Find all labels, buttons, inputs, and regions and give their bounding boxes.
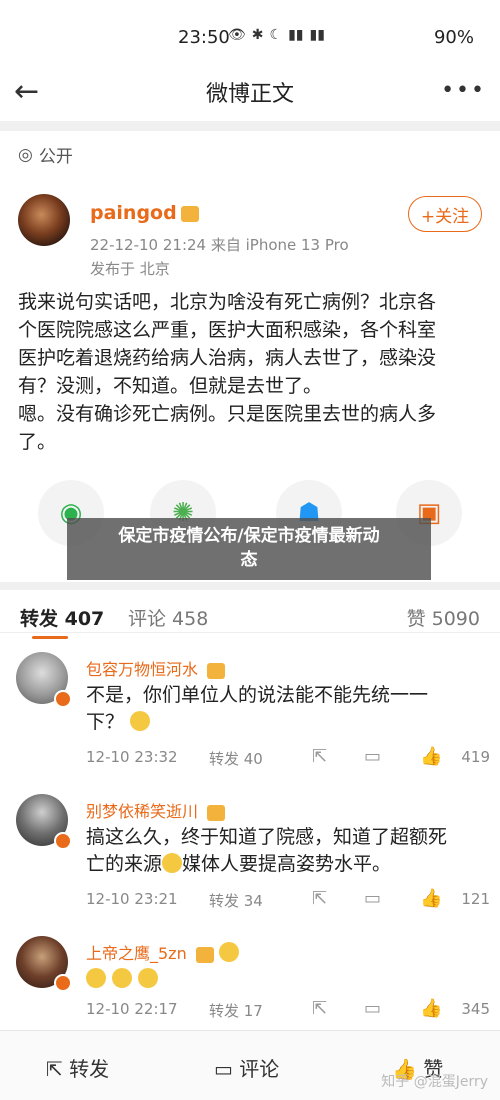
reply-author[interactable]: 包容万物恒河水	[86, 656, 226, 680]
share-icon[interactable]: ⇱	[312, 998, 327, 1019]
vip-crown-icon	[207, 662, 226, 679]
sleepy-emoji-icon	[86, 968, 106, 988]
sleepy-emoji-icon	[138, 968, 159, 988]
comment-button[interactable]: ▭ 评论	[214, 1053, 279, 1082]
repost-button-label: 转发	[69, 1057, 110, 1081]
reply-text-line: 搞这么久，终于知道了院感，知道了超额死	[86, 826, 448, 848]
comment-button-label: 评论	[239, 1057, 280, 1081]
reply-footer: 12-10 22:17 转发 17 ⇱ ▭ 👍 345	[86, 998, 490, 1024]
bottom-action-bar: ⇱ 转发 ▭ 评论 👍 赞 知乎 @混蛋Jerry	[0, 1030, 500, 1100]
battery-level: 90%	[433, 27, 474, 48]
comment-icon[interactable]: ▭	[364, 998, 381, 1019]
reply-footer: 12-10 23:21 转发 34 ⇱ ▭ 👍 121	[86, 888, 490, 914]
vip-crown-icon	[195, 946, 214, 963]
watermark: 知乎 @混蛋Jerry	[381, 1074, 488, 1090]
divider	[0, 632, 500, 633]
post-location: 发布于 北京	[90, 260, 170, 278]
reply-author[interactable]: 上帝之鹰_5zn	[86, 940, 239, 964]
active-tab-indicator	[32, 636, 68, 639]
reply-repost-count[interactable]: 转发 17	[209, 1000, 263, 1021]
vip-crown-icon	[207, 804, 226, 821]
tab-like[interactable]: 赞 5090	[407, 604, 480, 631]
sleepy-emoji-icon	[112, 968, 133, 988]
tab-comment[interactable]: 评论 458	[128, 604, 208, 631]
signal-icon-2: ▮▮	[309, 27, 325, 43]
list-item[interactable]: 上帝之鹰_5zn 12-10 22:17 转发 17 ⇱ ▭ 👍 345	[0, 936, 500, 1026]
post-meta: 22-12-10 21:24 来自 iPhone 13 Pro	[90, 236, 349, 254]
sleepy-emoji-icon	[162, 853, 183, 873]
page-title: 微博正文	[205, 82, 294, 107]
post-body-line: 有？没测，不知道。但就是去世了。	[18, 375, 323, 397]
thumbs-up-icon[interactable]: 👍	[420, 746, 442, 767]
reply-repost-count[interactable]: 转发 34	[209, 890, 263, 911]
reply-time: 12-10 22:17	[86, 1000, 178, 1018]
status-bar: 23:50 👁 ✱ ☾ ▮▮ ▮▮ 90%	[0, 0, 500, 70]
section-divider	[0, 121, 500, 131]
comment-icon[interactable]: ▭	[364, 746, 381, 767]
repost-button[interactable]: ⇱ 转发	[46, 1053, 109, 1082]
post-body-line: 医护吃着退烧药给病人治病，病人去世了，感染没	[18, 347, 437, 369]
moon-icon: ☾	[269, 27, 283, 43]
overlay-line: 保定市疫情公布/保定市疫情最新动	[118, 526, 380, 546]
comment-icon[interactable]: ▭	[364, 888, 381, 909]
smile-emoji-icon	[130, 711, 151, 731]
comment-icon: ▭	[214, 1057, 233, 1081]
share-icon[interactable]: ⇱	[312, 888, 327, 909]
overlay-banner: 保定市疫情公布/保定市疫情最新动 态	[67, 518, 431, 580]
thumbs-up-icon[interactable]: 👍	[420, 888, 442, 909]
reply-like-count: 345	[461, 1000, 490, 1018]
globe-icon: ◎	[18, 144, 33, 165]
more-icon[interactable]: •••	[441, 78, 486, 103]
tab-repost[interactable]: 转发 407	[20, 604, 104, 631]
list-item[interactable]: 别梦依稀笑逝川 搞这么久，终于知道了院感，知道了超额死 亡的来源 媒体人要提高姿势…	[0, 794, 500, 924]
bluetooth-icon: ✱	[251, 27, 264, 43]
thumbs-up-icon[interactable]: 👍	[420, 998, 442, 1019]
status-time: 23:50	[178, 27, 230, 48]
reply-text-line: 不是，你们单位人的说法能不能先统一一	[86, 684, 429, 706]
reply-text-line: 媒体人要提高姿势水平。	[182, 853, 392, 875]
reply-like-count: 121	[461, 890, 490, 908]
reply-time: 12-10 23:21	[86, 890, 178, 908]
visibility-indicator: ◎ 公开	[18, 142, 73, 168]
post-body-line: 了。	[18, 431, 57, 453]
reply-author-text: 包容万物恒河水	[86, 660, 199, 679]
list-item[interactable]: 包容万物恒河水 不是，你们单位人的说法能不能先统一一 下？ 12-10 23:3…	[0, 652, 500, 782]
reply-text-line: 亡的来源	[86, 853, 163, 875]
overlay-line: 态	[240, 550, 258, 570]
share-icon: ⇱	[46, 1057, 63, 1081]
reply-text: 搞这么久，终于知道了院感，知道了超额死 亡的来源 媒体人要提高姿势水平。	[86, 824, 470, 878]
verified-badge-icon	[54, 832, 72, 850]
reply-text-line: 下？	[86, 711, 125, 733]
reply-author-text: 上帝之鹰_5zn	[86, 944, 187, 963]
eye-icon: 👁	[228, 27, 246, 43]
reply-like-count: 419	[461, 748, 490, 766]
reply-footer: 12-10 23:32 转发 40 ⇱ ▭ 👍 419	[86, 746, 490, 772]
verified-badge-icon	[54, 974, 72, 992]
share-icon[interactable]: ⇱	[312, 746, 327, 767]
follow-button[interactable]: +关注	[408, 196, 482, 232]
reply-author[interactable]: 别梦依稀笑逝川	[86, 798, 226, 822]
author-avatar[interactable]	[18, 194, 70, 246]
status-icons: 👁 ✱ ☾ ▮▮ ▮▮	[228, 27, 325, 43]
post-body: 我来说句实话吧，北京为啥没有死亡病例？北京各 个医院院感这么严重，医护大面积感染…	[18, 288, 484, 456]
post-body-line: 个医院院感这么严重，医护大面积感染，各个科室	[18, 319, 437, 341]
nav-bar: ← 微博正文 •••	[0, 70, 500, 120]
emoji-icon	[218, 942, 239, 962]
reply-author-text: 别梦依稀笑逝川	[86, 802, 199, 821]
visibility-label: 公开	[38, 147, 73, 167]
post-header: paingod 22-12-10 21:24 来自 iPhone 13 Pro …	[18, 194, 488, 284]
signal-icon: ▮▮	[288, 27, 304, 43]
reply-text	[86, 966, 470, 993]
post-body-line: 嗯。没有确诊死亡病例。只是医院里去世的病人多	[18, 403, 437, 425]
reply-time: 12-10 23:32	[86, 748, 178, 766]
reply-repost-count[interactable]: 转发 40	[209, 748, 263, 769]
reply-text: 不是，你们单位人的说法能不能先统一一 下？	[86, 682, 470, 736]
author-name-text: paingod	[90, 202, 177, 224]
post-body-line: 我来说句实话吧，北京为啥没有死亡病例？北京各	[18, 291, 437, 313]
author-name[interactable]: paingod	[90, 202, 199, 224]
stats-tabs: 转发 407 评论 458 赞 5090	[0, 582, 500, 639]
verified-badge-icon	[54, 690, 72, 708]
vip-crown-icon	[180, 205, 199, 222]
